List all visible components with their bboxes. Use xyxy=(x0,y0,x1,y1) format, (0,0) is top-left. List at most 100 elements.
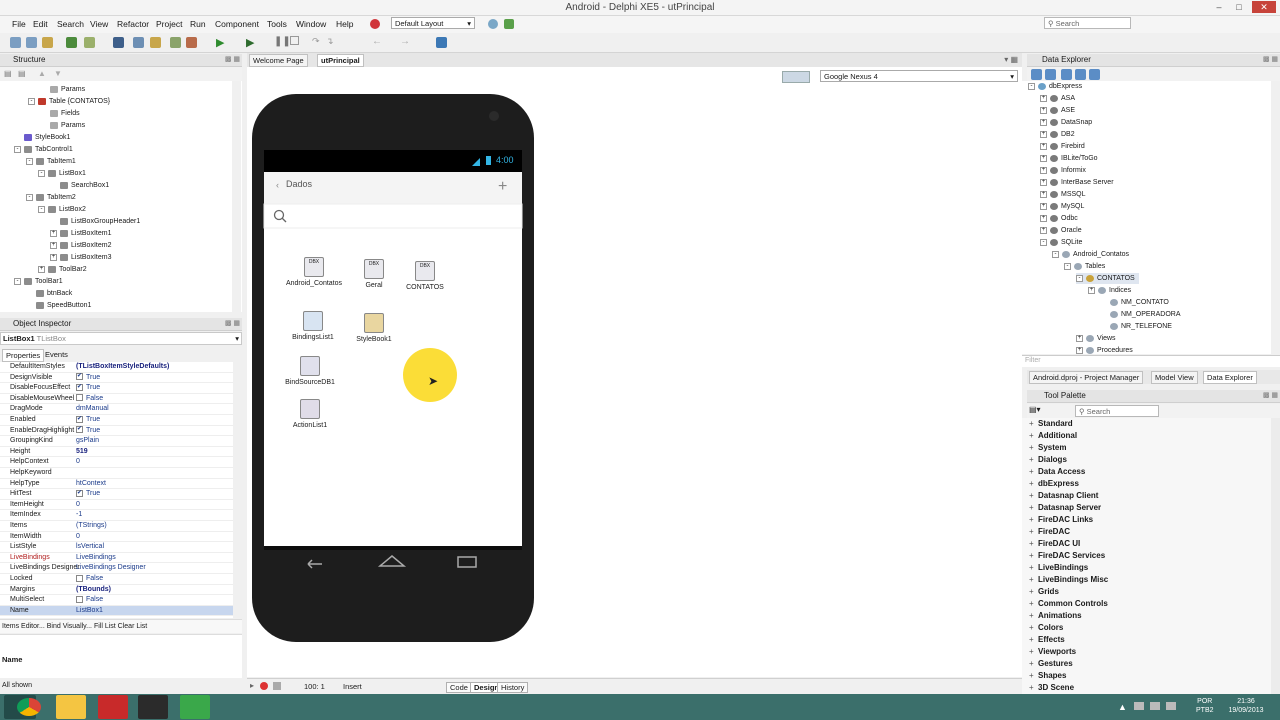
palette-category[interactable]: + Gestures xyxy=(1029,659,1073,671)
expand-arrow-icon[interactable]: ▸ xyxy=(250,681,254,690)
property-value[interactable]: LiveBindings xyxy=(76,553,116,564)
checkbox[interactable]: ✔ xyxy=(76,415,83,423)
collapse-toggle-icon[interactable]: - xyxy=(1052,250,1059,258)
new-icon[interactable] xyxy=(10,37,21,48)
run-without-debug-icon[interactable]: ▶ xyxy=(246,36,254,49)
tab-utprincipal[interactable]: utPrincipal xyxy=(317,54,364,67)
palette-category[interactable]: + FireDAC Links xyxy=(1029,515,1093,527)
run-icon[interactable]: ▶ xyxy=(216,36,224,49)
new-form-icon[interactable] xyxy=(26,37,37,48)
data-explorer-item[interactable]: + Indices xyxy=(1088,285,1131,296)
property-row[interactable]: ListStyle lsVertical xyxy=(0,542,238,553)
inspector-links[interactable]: Items Editor... Bind Visually... Fill Li… xyxy=(0,619,242,633)
data-explorer-item[interactable]: + MySQL xyxy=(1040,201,1084,212)
move-down-icon[interactable]: ▼ xyxy=(54,69,62,78)
layout-save-icon[interactable] xyxy=(488,19,498,29)
record-icon[interactable] xyxy=(370,19,380,29)
collapse-toggle-icon[interactable]: - xyxy=(26,193,33,201)
tray-language[interactable]: POR PTB2 xyxy=(1196,697,1214,715)
property-value[interactable]: (TListBoxItemStyleDefaults) xyxy=(76,362,169,373)
panel-pin-icon[interactable]: ▩ ▦ xyxy=(1263,55,1278,63)
property-value[interactable]: ✔ True xyxy=(76,489,100,500)
expand-toggle-icon[interactable]: + xyxy=(38,265,45,273)
property-row[interactable]: ItemWidth 0 xyxy=(0,532,238,543)
property-row[interactable]: DefaultItemStyles (TListBoxItemStyleDefau… xyxy=(0,362,238,373)
palette-category[interactable]: + FireDAC xyxy=(1029,527,1070,539)
save-all-icon[interactable] xyxy=(133,37,144,48)
property-row[interactable]: HitTest ✔ True xyxy=(0,489,238,500)
data-explorer-item[interactable]: NM_OPERADORA xyxy=(1100,309,1181,320)
checkbox[interactable]: ✔ xyxy=(76,426,83,434)
expand-toggle-icon[interactable]: + xyxy=(1088,286,1095,294)
recorder-icon[interactable] xyxy=(138,695,168,719)
collapse-toggle-icon[interactable]: - xyxy=(1040,238,1047,246)
stop-icon[interactable] xyxy=(290,36,299,45)
tree-item[interactable]: SearchBox1 xyxy=(60,180,109,191)
property-row[interactable]: ItemIndex -1 xyxy=(0,510,238,521)
back-icon[interactable]: ← xyxy=(372,36,382,47)
tab-properties[interactable]: Properties xyxy=(2,349,45,362)
property-value[interactable]: dmManual xyxy=(76,404,109,415)
expand-toggle-icon[interactable]: + xyxy=(1040,166,1047,174)
open-project-icon[interactable] xyxy=(66,37,77,48)
tab-data-explorer[interactable]: Data Explorer xyxy=(1203,371,1257,384)
menu-edit[interactable]: Edit xyxy=(33,19,48,29)
property-row[interactable]: Height 519 xyxy=(0,447,238,458)
palette-category[interactable]: + Common Controls xyxy=(1029,599,1108,611)
component-bindingslist1[interactable]: BindingsList1 xyxy=(278,311,348,341)
property-value[interactable]: htContext xyxy=(76,479,106,490)
tree-item[interactable]: - TabItem2 xyxy=(26,192,76,203)
layout-apply-icon[interactable] xyxy=(504,19,514,29)
property-row[interactable]: LiveBindings LiveBindings xyxy=(0,553,238,564)
collapse-toggle-icon[interactable]: - xyxy=(1064,262,1071,270)
palette-category[interactable]: + Shapes xyxy=(1029,671,1066,683)
expand-toggle-icon[interactable]: + xyxy=(1040,226,1047,234)
component-contatos[interactable]: DBX CONTATOS xyxy=(390,261,460,291)
expand-toggle-icon[interactable]: + xyxy=(1076,346,1083,354)
layout-select[interactable]: Default Layout ▾ xyxy=(391,17,475,29)
data-explorer-item[interactable]: + Views xyxy=(1076,333,1116,344)
checkbox[interactable]: ✔ xyxy=(76,373,83,381)
data-explorer-item[interactable]: + MSSQL xyxy=(1040,189,1086,200)
property-row[interactable]: Items (TStrings) xyxy=(0,521,238,532)
expand-toggle-icon[interactable]: + xyxy=(1040,202,1047,210)
save-icon[interactable] xyxy=(113,37,124,48)
collapse-toggle-icon[interactable]: - xyxy=(38,169,45,177)
property-value[interactable]: False xyxy=(76,394,103,405)
property-row[interactable]: GroupingKind gsPlain xyxy=(0,436,238,447)
palette-category[interactable]: + LiveBindings xyxy=(1029,563,1088,575)
property-value[interactable]: (TBounds) xyxy=(76,585,111,596)
tab-events[interactable]: Events xyxy=(42,349,71,360)
maximize-button[interactable]: □ xyxy=(1232,1,1246,13)
property-row[interactable]: MultiSelect False xyxy=(0,595,238,606)
expand-toggle-icon[interactable]: + xyxy=(1040,106,1047,114)
menu-view[interactable]: View xyxy=(90,19,108,29)
tree-item[interactable]: + ListBoxItem2 xyxy=(50,240,111,251)
property-row[interactable]: Enabled ✔ True xyxy=(0,415,238,426)
move-up-icon[interactable]: ▲ xyxy=(38,69,46,78)
data-explorer-item[interactable]: + Informix xyxy=(1040,165,1086,176)
property-row[interactable]: DragMode dmManual xyxy=(0,404,238,415)
tray-flag-icon[interactable] xyxy=(1166,702,1176,710)
palette-category[interactable]: + FireDAC Services xyxy=(1029,551,1105,563)
collapse-toggle-icon[interactable]: - xyxy=(26,157,33,165)
add-file-icon[interactable] xyxy=(170,37,181,48)
tree-item[interactable]: ListBoxGroupHeader1 xyxy=(60,216,140,227)
tab-project-manager[interactable]: Android.dproj - Project Manager xyxy=(1029,371,1144,384)
tray-network-icon[interactable] xyxy=(1134,702,1144,710)
property-row[interactable]: Locked False xyxy=(0,574,238,585)
data-explorer-item[interactable]: + ASE xyxy=(1040,105,1075,116)
palette-category[interactable]: + FireDAC UI xyxy=(1029,539,1080,551)
property-grid-scrollbar[interactable] xyxy=(233,362,242,618)
tray-arrow-icon[interactable]: ▲ xyxy=(1118,702,1127,712)
property-row[interactable]: EnableDragHighlight ✔ True xyxy=(0,426,238,437)
palette-scrollbar[interactable] xyxy=(1271,418,1280,694)
tab-welcome-page[interactable]: Welcome Page xyxy=(249,54,308,67)
collapse-toggle-icon[interactable]: - xyxy=(38,205,45,213)
sql-window-icon[interactable] xyxy=(1089,69,1100,80)
forward-icon[interactable]: → xyxy=(400,36,410,47)
view-toggle-icon[interactable] xyxy=(782,71,810,83)
add-connection-icon[interactable] xyxy=(1045,69,1056,80)
palette-category[interactable]: + Animations xyxy=(1029,611,1082,623)
expand-toggle-icon[interactable]: + xyxy=(50,241,57,249)
